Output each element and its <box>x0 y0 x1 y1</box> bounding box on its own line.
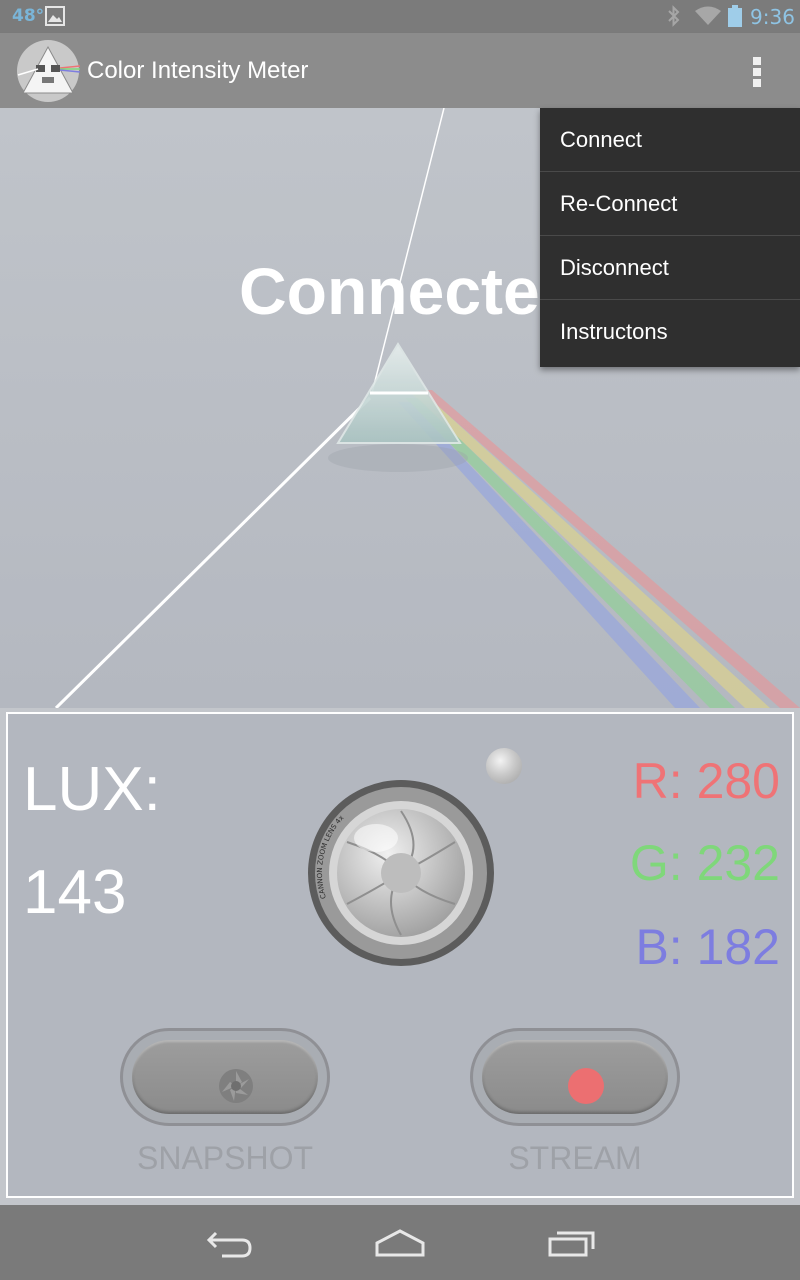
stream-button[interactable] <box>470 1028 680 1126</box>
snapshot-button[interactable] <box>120 1028 330 1126</box>
connection-status-text: Connected <box>239 254 581 328</box>
clock-text: 9:36 <box>750 5 795 29</box>
prism-logo-icon[interactable] <box>16 39 80 103</box>
overflow-menu: Connect Re-Connect Disconnect Instructon… <box>540 108 800 367</box>
wifi-icon <box>695 6 721 25</box>
recent-apps-icon[interactable] <box>547 1227 597 1259</box>
battery-icon <box>728 5 742 27</box>
menu-item-disconnect[interactable]: Disconnect <box>540 236 800 300</box>
menu-item-instructions[interactable]: Instructons <box>540 300 800 364</box>
status-bar: 48° 9:36 <box>0 0 800 33</box>
camera-lens-icon: CANNON ZOOM LENS 4x <box>308 780 494 966</box>
menu-item-reconnect[interactable]: Re-Connect <box>540 172 800 236</box>
lux-value: 143 <box>23 858 127 927</box>
meter-panel: LUX: 143 CANNON ZOOM LENS 4x R: 280 G: 2… <box>6 712 794 1198</box>
snapshot-label: SNAPSHOT <box>136 1140 314 1176</box>
blue-value: B: 182 <box>635 919 780 975</box>
action-bar: Color Intensity Meter <box>0 33 800 108</box>
temperature-text: 48° <box>12 6 45 26</box>
record-icon <box>568 1068 604 1104</box>
navigation-bar <box>0 1205 800 1280</box>
red-value: R: 280 <box>632 753 780 809</box>
back-icon[interactable] <box>204 1227 254 1259</box>
stream-label: STREAM <box>508 1140 642 1176</box>
green-value: G: 232 <box>629 835 780 891</box>
app-title: Color Intensity Meter <box>87 57 309 84</box>
home-icon[interactable] <box>375 1227 425 1259</box>
lux-label: LUX: <box>23 755 161 824</box>
overflow-menu-icon[interactable] <box>748 55 766 89</box>
shutter-icon <box>219 1069 253 1103</box>
menu-item-connect[interactable]: Connect <box>540 108 800 172</box>
bluetooth-icon <box>668 5 680 27</box>
gallery-icon <box>45 6 65 26</box>
